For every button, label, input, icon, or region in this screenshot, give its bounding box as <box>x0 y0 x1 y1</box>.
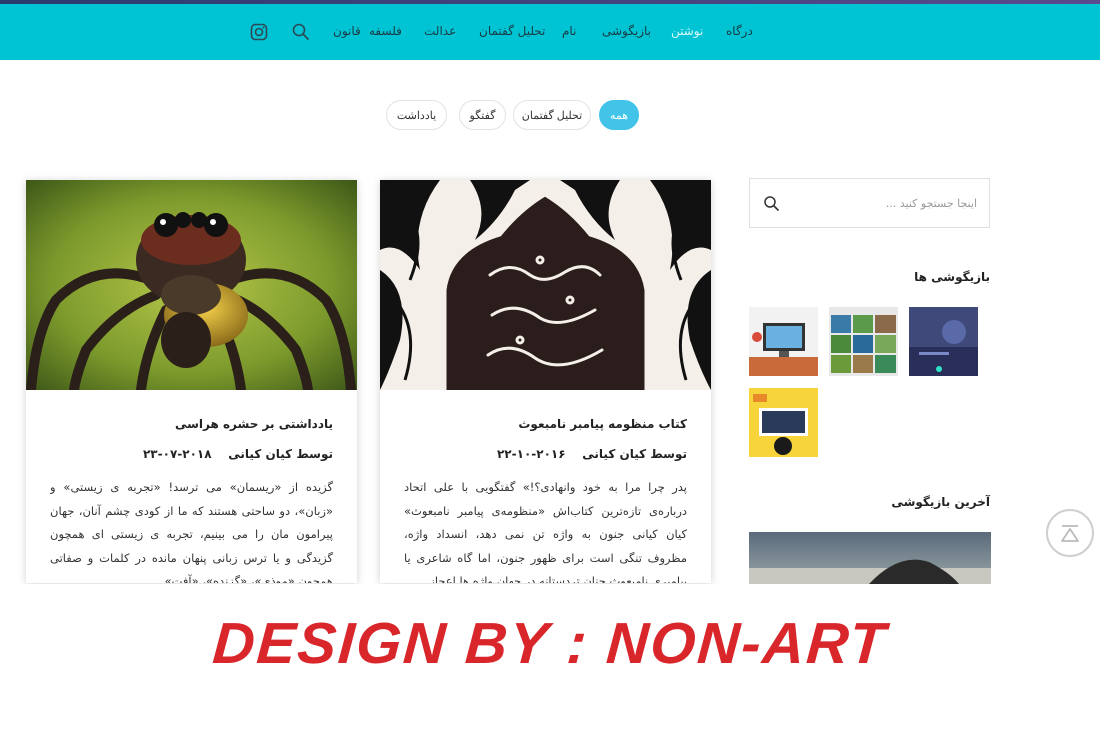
post-card-book[interactable]: کتاب منظومه پیامبر نامبعوث توسط کیان کیا… <box>380 180 711 583</box>
nav-item-neveshtan[interactable]: نوشتن <box>671 24 703 38</box>
instagram-icon[interactable] <box>249 22 269 42</box>
scroll-to-top-button[interactable] <box>1046 509 1094 557</box>
nav-item-nam[interactable]: نام <box>562 24 576 38</box>
post-image-spider[interactable] <box>26 180 357 390</box>
post-author-prefix: توسط <box>650 447 687 461</box>
post-author[interactable]: کیان کیانی <box>228 447 292 461</box>
search-icon[interactable] <box>291 22 311 42</box>
search-icon[interactable] <box>762 194 782 214</box>
post-author[interactable]: کیان کیانی <box>582 447 646 461</box>
sidebar-search <box>749 178 990 228</box>
game-thumb-4[interactable] <box>749 388 818 457</box>
category-filters: همه تحلیل گفتمان گفتگو یادداشت <box>0 100 1100 130</box>
arrow-up-icon <box>1061 525 1079 542</box>
filter-note-button[interactable]: یادداشت <box>386 100 447 130</box>
search-input[interactable] <box>787 191 977 215</box>
post-date: ۲۰۱۸-۰۷-۲۳ <box>142 447 212 461</box>
post-card-insect[interactable]: یادداشتی بر حشره هراسی توسط کیان کیانی ۲… <box>26 180 357 583</box>
post-meta: توسط کیان کیانی ۲۰۱۸-۰۷-۲۳ <box>143 447 333 461</box>
filter-discourse-button[interactable]: تحلیل گفتمان <box>513 100 591 130</box>
post-title[interactable]: یادداشتی بر حشره هراسی <box>175 417 333 431</box>
main-navbar: درگاه نوشتن بازیگوشی نام تحلیل گفتمان عد… <box>0 4 1100 60</box>
latest-game-image[interactable] <box>749 532 991 584</box>
nav-item-edalat[interactable]: عدالت <box>424 24 456 38</box>
games-widget-title: بازیگوشی ها <box>914 270 990 284</box>
post-excerpt: گزیده از «ریسمان» می ترسد! «تجربه ی زیست… <box>50 480 333 583</box>
game-thumb-3[interactable] <box>749 307 818 376</box>
post-author-prefix: توسط <box>296 447 333 461</box>
post-meta: توسط کیان کیانی ۲۰۱۶-۱۰-۲۲ <box>497 447 687 461</box>
game-thumb-1[interactable] <box>909 307 978 376</box>
filter-all-button[interactable]: همه <box>599 100 639 130</box>
design-credit-text: DESIGN BY : NON-ART <box>210 611 890 676</box>
nav-item-discourse-analysis[interactable]: تحلیل گفتمان <box>479 24 545 38</box>
nav-item-bazigooshi[interactable]: بازیگوشی <box>602 24 651 38</box>
filter-conversation-button[interactable]: گفتگو <box>459 100 506 130</box>
post-image-book-cover[interactable] <box>380 180 711 390</box>
latest-widget-title: آخرین بازیگوشی <box>891 495 990 509</box>
nav-item-ghanoon[interactable]: قانون <box>333 24 361 38</box>
post-date: ۲۰۱۶-۱۰-۲۲ <box>496 447 566 461</box>
nav-item-falsafe[interactable]: فلسفه <box>369 24 402 38</box>
game-thumb-2[interactable] <box>829 307 898 376</box>
nav-item-dargah[interactable]: درگاه <box>726 24 753 38</box>
post-excerpt: پدر چرا مرا به خود وانهادی؟!» گفتگویی با… <box>404 480 687 583</box>
post-title[interactable]: کتاب منظومه پیامبر نامبعوث <box>518 417 687 431</box>
